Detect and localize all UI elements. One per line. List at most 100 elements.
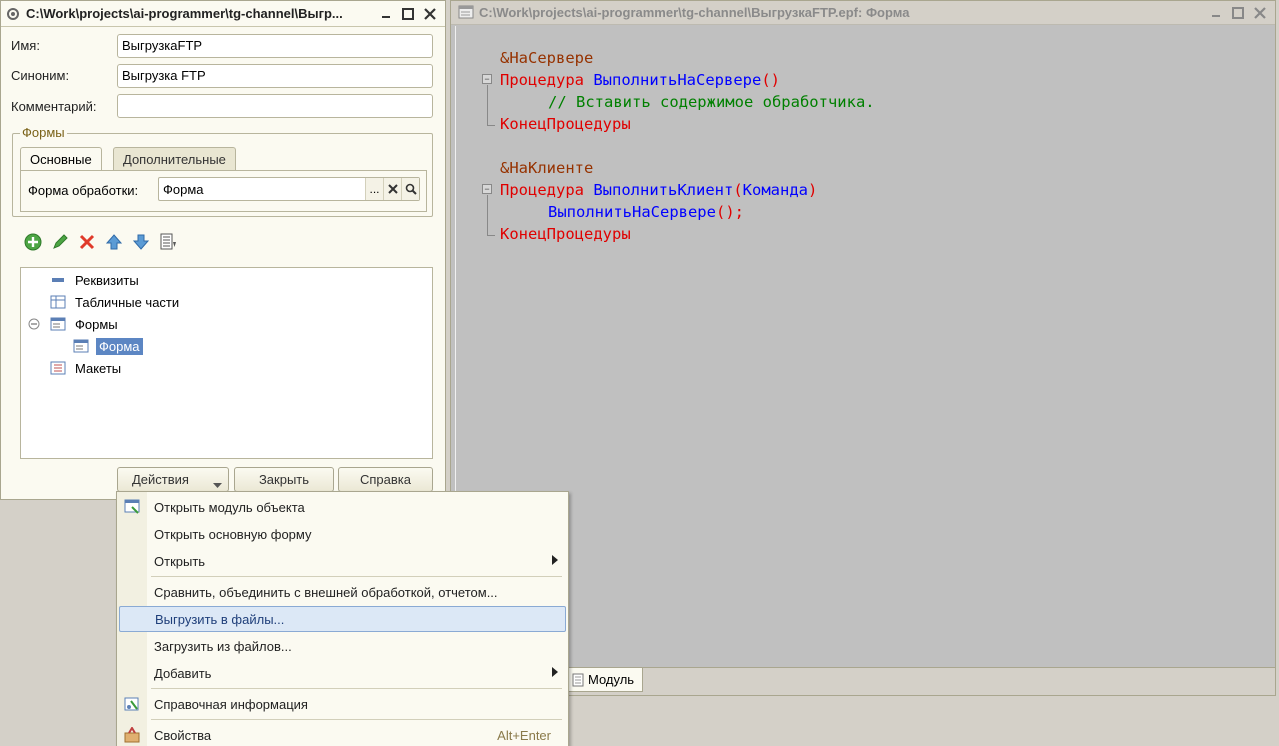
tree-toolbar: [23, 232, 178, 252]
tree-item-label: Табличные части: [75, 294, 180, 310]
move-up-icon[interactable]: [104, 232, 124, 252]
submenu-arrow-icon: [552, 667, 558, 679]
menu-item-shortcut: Alt+Enter: [497, 727, 551, 743]
menu-item-properties[interactable]: Свойства Alt+Enter: [117, 722, 568, 746]
comment-field[interactable]: [117, 94, 433, 118]
tree-item-label: Макеты: [75, 360, 122, 376]
code-parameter: Команда: [742, 181, 808, 199]
delete-icon[interactable]: [77, 232, 97, 252]
maximize-button[interactable]: [1229, 4, 1247, 22]
comment-label: Комментарий:: [11, 99, 97, 114]
tab-extra[interactable]: Дополнительные: [113, 147, 236, 171]
sort-list-icon[interactable]: [158, 232, 178, 252]
code-line-1: &НаСервере: [500, 49, 594, 67]
attribute-icon: [50, 273, 66, 287]
menu-item-compare-merge[interactable]: Сравнить, объединить с внешней обработко…: [117, 579, 568, 605]
select-button[interactable]: ...: [365, 178, 383, 200]
code-paren: (): [761, 71, 780, 89]
code-tabs-bar: Модуль: [451, 667, 1275, 695]
tab-module[interactable]: Модуль: [565, 668, 644, 692]
help-button[interactable]: Справка: [338, 467, 433, 492]
form-processing-field[interactable]: Форма ...: [158, 177, 420, 201]
form-processing-value: Форма: [163, 181, 204, 197]
maximize-button[interactable]: [399, 5, 417, 23]
code-line-8: ВыполнитьНаСервере();: [548, 201, 744, 223]
actions-context-menu: Открыть модуль объекта Открыть основную …: [116, 491, 569, 746]
code-line-2: Процедура ВыполнитьНаСервере(): [500, 69, 780, 91]
tab-main[interactable]: Основные: [20, 147, 102, 171]
actions-button[interactable]: Действия: [117, 467, 229, 492]
code-identifier: ВыполнитьНаСервере: [548, 203, 716, 221]
code-window: C:\Work\projects\ai-programmer\tg-channe…: [450, 0, 1276, 696]
code-paren: (: [733, 181, 743, 199]
code-punct: ();: [715, 203, 744, 221]
module-icon: [123, 498, 141, 516]
menu-item-label: Открыть модуль объекта: [154, 499, 305, 515]
name-field[interactable]: ВыгрузкаFTP: [117, 34, 433, 58]
form-processing-label: Форма обработки:: [28, 183, 139, 198]
menu-separator: [151, 688, 562, 689]
tree-item-label: Реквизиты: [75, 272, 139, 288]
tab-panel: Форма обработки: Форма ...: [20, 170, 427, 212]
dropdown-arrow-icon: [213, 477, 222, 492]
minimize-button[interactable]: [377, 5, 395, 23]
minimize-button[interactable]: [1207, 4, 1225, 22]
module-icon: [572, 673, 584, 687]
help-book-icon: [123, 695, 141, 713]
form-window-icon: [458, 5, 474, 22]
clear-icon[interactable]: [383, 178, 401, 200]
fold-toggle-icon[interactable]: −: [482, 184, 492, 194]
tree-item-tables[interactable]: Табличные части: [50, 292, 179, 312]
menu-item-open-object-module[interactable]: Открыть модуль объекта: [117, 494, 568, 520]
properties-icon: [123, 726, 141, 744]
forms-icon: [50, 317, 66, 331]
fold-guide: [487, 85, 488, 125]
properties-window: C:\Work\projects\ai-programmer\tg-channe…: [0, 0, 446, 500]
menu-item-label: Выгрузить в файлы...: [155, 611, 285, 627]
menu-item-export-files[interactable]: Выгрузить в файлы...: [119, 606, 566, 632]
menu-item-open-main-form[interactable]: Открыть основную форму: [117, 521, 568, 547]
name-label: Имя:: [11, 38, 40, 53]
edit-icon[interactable]: [50, 232, 70, 252]
menu-item-add[interactable]: Добавить: [117, 660, 568, 686]
template-icon: [50, 361, 66, 375]
menu-item-label: Загрузить из файлов...: [154, 638, 292, 654]
code-identifier: ВыполнитьНаСервере: [593, 71, 762, 89]
fold-toggle-icon[interactable]: −: [482, 74, 492, 84]
tree-item-label-selected: Форма: [96, 337, 143, 355]
code-editor[interactable]: − − &НаСервере Процедура ВыполнитьНаСерв…: [455, 26, 1273, 667]
code-line-3: // Вставить содержимое обработчика.: [548, 93, 875, 111]
menu-item-label: Добавить: [154, 665, 212, 681]
close-button[interactable]: [1251, 4, 1269, 22]
actions-button-label: Действия: [132, 472, 189, 487]
collapse-icon[interactable]: [28, 318, 40, 330]
code-line-9: КонецПроцедуры: [500, 225, 631, 243]
code-identifier: ВыполнитьКлиент: [593, 181, 734, 199]
menu-item-open[interactable]: Открыть: [117, 548, 568, 574]
properties-title-bar[interactable]: C:\Work\projects\ai-programmer\tg-channe…: [1, 1, 445, 27]
submenu-arrow-icon: [552, 555, 558, 567]
synonym-field[interactable]: Выгрузка FTP: [117, 64, 433, 88]
menu-separator: [151, 719, 562, 720]
forms-group-title: Формы: [20, 125, 67, 140]
search-icon[interactable]: [401, 178, 419, 200]
tree-item-label: Формы: [75, 316, 118, 332]
menu-separator: [151, 576, 562, 577]
close-form-button[interactable]: Закрыть: [234, 467, 334, 492]
code-title-bar[interactable]: C:\Work\projects\ai-programmer\tg-channe…: [451, 1, 1275, 25]
add-icon[interactable]: [23, 232, 43, 252]
tree-item-form[interactable]: Форма: [73, 336, 143, 356]
menu-item-label: Сравнить, объединить с внешней обработко…: [154, 584, 498, 600]
code-line-4: КонецПроцедуры: [500, 115, 631, 133]
tree-item-attributes[interactable]: Реквизиты: [50, 270, 139, 290]
menu-item-help-info[interactable]: Справочная информация: [117, 691, 568, 717]
tree-item-forms[interactable]: Формы: [28, 314, 118, 334]
metadata-tree[interactable]: Реквизиты Табличные части Формы Форма Ма…: [20, 267, 433, 459]
tree-item-templates[interactable]: Макеты: [50, 358, 121, 378]
menu-item-label: Свойства: [154, 727, 212, 743]
properties-title: C:\Work\projects\ai-programmer\tg-channe…: [26, 6, 343, 21]
menu-item-import-files[interactable]: Загрузить из файлов...: [117, 633, 568, 659]
form-icon: [73, 339, 89, 353]
close-button[interactable]: [421, 5, 439, 23]
move-down-icon[interactable]: [131, 232, 151, 252]
